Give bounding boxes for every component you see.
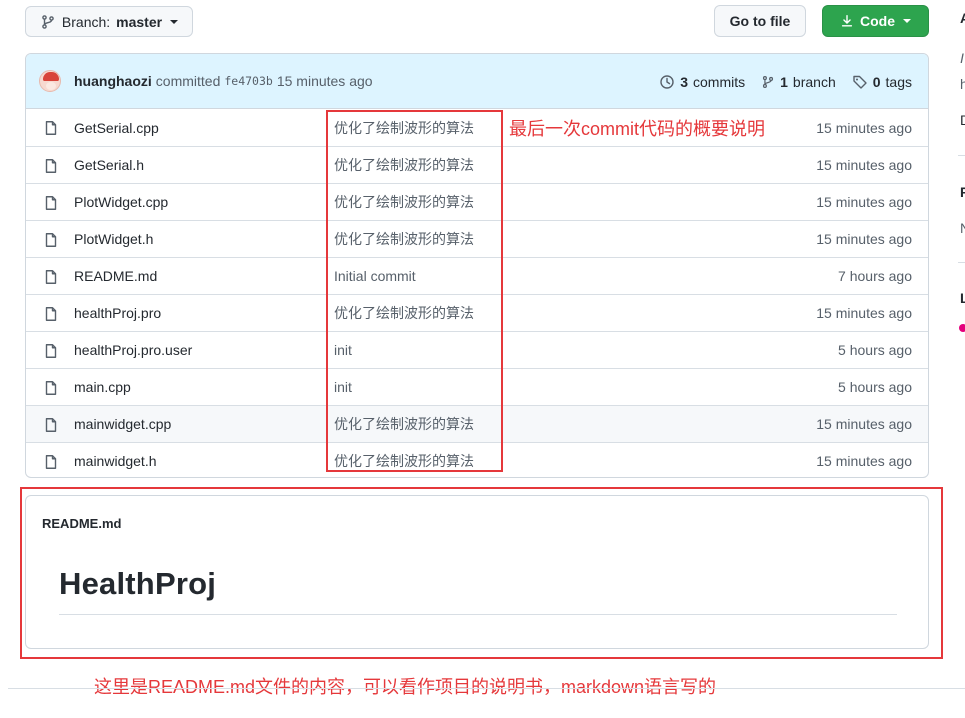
file-name-link[interactable]: PlotWidget.h <box>74 231 153 247</box>
tags-link[interactable]: 0 tags <box>852 74 912 90</box>
go-to-file-button[interactable]: Go to file <box>714 5 806 37</box>
file-name-link[interactable]: main.cpp <box>74 379 131 395</box>
file-row[interactable]: mainwidget.cpp 优化了绘制波形的算法 15 minutes ago <box>26 405 928 442</box>
file-age-label: 15 minutes ago <box>816 231 912 247</box>
readme-filename[interactable]: README.md <box>42 516 121 531</box>
file-name-link[interactable]: README.md <box>74 268 157 284</box>
sidebar-letter: N <box>960 220 965 236</box>
commit-message-link[interactable]: 优化了绘制波形的算法 <box>334 118 474 138</box>
file-name-link[interactable]: GetSerial.cpp <box>74 120 159 136</box>
avatar[interactable] <box>39 70 61 92</box>
git-branch-icon <box>42 14 54 29</box>
sidebar-letter: L <box>960 290 965 306</box>
branch-select-button[interactable]: Branch: master <box>25 6 193 37</box>
file-icon <box>43 269 59 288</box>
divider <box>958 155 965 156</box>
file-row[interactable]: mainwidget.h 优化了绘制波形的算法 15 minutes ago <box>26 442 928 477</box>
branch-prefix-label: Branch: <box>61 13 111 30</box>
file-name-link[interactable]: healthProj.pro <box>74 305 161 321</box>
sidebar-letter: I <box>960 50 964 66</box>
commit-message-link[interactable]: init <box>334 342 352 358</box>
file-icon <box>43 380 59 399</box>
file-name-link[interactable]: PlotWidget.cpp <box>74 194 168 210</box>
file-icon <box>43 306 59 325</box>
branch-name-label: master <box>116 13 163 30</box>
divider <box>59 614 897 615</box>
sidebar-letter: A <box>960 10 965 26</box>
commits-label: commits <box>693 73 746 90</box>
file-icon <box>43 417 59 436</box>
file-name-link[interactable]: mainwidget.h <box>74 453 157 469</box>
file-list: huanghaozi committed fe4703b 15 minutes … <box>25 53 929 478</box>
commit-message-link[interactable]: 优化了绘制波形的算法 <box>334 229 474 249</box>
file-age-label: 5 hours ago <box>838 342 912 358</box>
tags-count: 0 <box>872 73 881 90</box>
file-name-link[interactable]: GetSerial.h <box>74 157 144 173</box>
git-branch-icon <box>763 75 774 88</box>
sidebar-letter: D <box>960 112 965 128</box>
commit-action-label: committed <box>155 73 221 89</box>
chevron-down-icon <box>170 19 179 24</box>
chevron-down-icon <box>903 19 911 23</box>
latest-commit-header: huanghaozi committed fe4703b 15 minutes … <box>26 54 928 109</box>
file-icon <box>43 158 59 177</box>
branches-link[interactable]: 1 branch <box>761 74 836 90</box>
readme-annotation: 这里是README.md文件的内容，可以看作项目的说明书，markdown语言写… <box>94 677 717 697</box>
commits-count: 3 <box>680 73 688 90</box>
divider <box>958 262 965 263</box>
file-icon <box>43 195 59 214</box>
commit-message-link[interactable]: 优化了绘制波形的算法 <box>334 451 474 471</box>
tag-icon <box>853 75 867 89</box>
file-age-label: 15 minutes ago <box>816 305 912 321</box>
code-button[interactable]: Code <box>822 5 929 37</box>
commit-message-link[interactable]: 优化了绘制波形的算法 <box>334 414 474 434</box>
commit-message-link[interactable]: Initial commit <box>334 268 416 284</box>
file-age-label: 15 minutes ago <box>816 453 912 469</box>
commit-message-annotation: 最后一次commit代码的概要说明 <box>509 119 765 139</box>
file-icon <box>43 120 59 139</box>
readme-panel: README.md HealthProj <box>25 495 929 649</box>
readme-heading: HealthProj <box>59 566 217 601</box>
file-icon <box>43 232 59 251</box>
file-icon <box>43 343 59 362</box>
commit-message-link[interactable]: 优化了绘制波形的算法 <box>334 192 474 212</box>
sidebar-letter: h <box>960 76 965 92</box>
file-row[interactable]: PlotWidget.h 优化了绘制波形的算法 15 minutes ago <box>26 220 928 257</box>
file-row[interactable]: README.md Initial commit 7 hours ago <box>26 257 928 294</box>
commit-message-link[interactable]: init <box>334 379 352 395</box>
commit-sha-link[interactable]: fe4703b <box>224 74 272 88</box>
file-row[interactable]: main.cpp init 5 hours ago <box>26 368 928 405</box>
commits-link[interactable]: 3 commits <box>659 74 745 90</box>
divider <box>8 688 965 689</box>
file-age-label: 15 minutes ago <box>816 157 912 173</box>
file-name-link[interactable]: mainwidget.cpp <box>74 416 171 432</box>
language-color-dot <box>959 324 965 332</box>
file-age-label: 15 minutes ago <box>816 194 912 210</box>
file-row[interactable]: healthProj.pro.user init 5 hours ago <box>26 331 928 368</box>
tags-label: tags <box>885 73 912 90</box>
file-row[interactable]: GetSerial.h 优化了绘制波形的算法 15 minutes ago <box>26 146 928 183</box>
about-sidebar-partial: A I h D R N L <box>950 0 965 718</box>
download-icon <box>841 15 853 27</box>
history-icon <box>660 74 674 89</box>
file-age-label: 5 hours ago <box>838 379 912 395</box>
commit-message-link[interactable]: 优化了绘制波形的算法 <box>334 303 474 323</box>
file-age-label: 15 minutes ago <box>816 119 912 136</box>
commit-author-link[interactable]: huanghaozi <box>74 73 152 89</box>
file-row[interactable]: GetSerial.cpp 优化了绘制波形的算法 15 minutes ago <box>26 109 928 146</box>
file-name-link[interactable]: healthProj.pro.user <box>74 342 192 358</box>
file-age-label: 7 hours ago <box>838 268 912 284</box>
commit-message-link[interactable]: 优化了绘制波形的算法 <box>334 155 474 175</box>
file-row[interactable]: healthProj.pro 优化了绘制波形的算法 15 minutes ago <box>26 294 928 331</box>
file-age-label: 15 minutes ago <box>816 416 912 432</box>
code-label: Code <box>860 13 895 29</box>
file-icon <box>43 454 59 473</box>
commit-time-label: 15 minutes ago <box>276 73 373 89</box>
go-to-file-label: Go to file <box>729 13 791 29</box>
branch-count: 1 <box>780 73 788 90</box>
file-row[interactable]: PlotWidget.cpp 优化了绘制波形的算法 15 minutes ago <box>26 183 928 220</box>
sidebar-letter: R <box>960 184 965 200</box>
branch-label: branch <box>792 73 836 90</box>
